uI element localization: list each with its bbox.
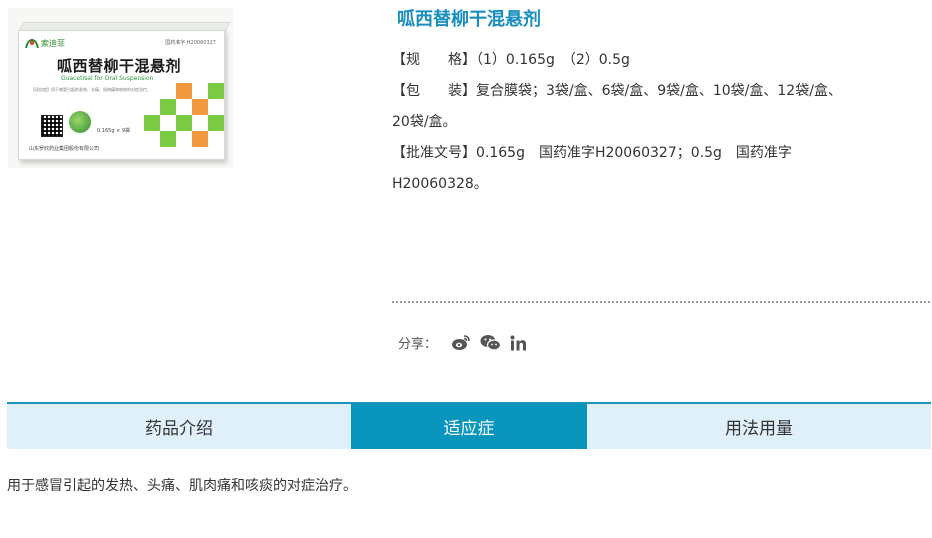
approval-value: 0.165g 国药准字H20060327；0.5g 国药准字 [476,145,792,161]
pack-label: 【包 装】 [392,83,476,99]
approval-label: 【批准文号】 [392,145,476,161]
box-note: 【适应症】用于感冒引起的发热、头痛、肌肉痛和咳痰的对症治疗。 [31,87,151,92]
share-bar: 分享： [398,333,527,352]
divider [392,301,930,303]
qr-code-icon [41,115,63,137]
pack-value: 复合膜袋；3袋/盒、6袋/盒、9袋/盒、10袋/盒、12袋/盒、 [476,83,842,99]
tab-content: 用于感冒引起的发热、头痛、肌肉痛和咳痰的对症治疗。 [7,478,357,494]
box-code: 国药准字 H20060327 [165,40,216,46]
wechat-icon[interactable] [480,334,502,351]
medicine-box: 索迪菲 国药准字 H20060327 呱西替柳干混悬剂 Guacetisal f… [18,30,225,160]
spec-value: （1）0.165g （2）0.5g [476,52,630,68]
pack-row: 【包 装】复合膜袋；3袋/盒、6袋/盒、9袋/盒、10袋/盒、12袋/盒、 [392,76,922,107]
weibo-icon[interactable] [451,334,471,351]
share-label: 分享： [398,337,438,352]
product-title: 呱西替柳干混悬剂 [397,9,541,30]
spec-label: 【规 格】 [392,52,476,68]
box-dose: 0.165g × 9袋 [97,128,131,134]
product-image: 索迪菲 国药准字 H20060327 呱西替柳干混悬剂 Guacetisal f… [8,8,233,168]
box-brand: 索迪菲 [41,39,65,48]
box-maker: 山东罗欣药业集团股份有限公司 [29,146,100,152]
box-title: 呱西替柳干混悬剂 [57,57,182,75]
linkedin-icon[interactable] [510,335,527,351]
tab-indications[interactable]: 适应症 [351,404,587,449]
pack-value-cont: 20袋/盒。 [392,114,457,130]
pack-row-cont: 20袋/盒。 [392,107,922,138]
tab-dosage[interactable]: 用法用量 [587,404,931,449]
tab-drug-intro[interactable]: 药品介绍 [7,404,351,449]
brand-logo-icon [25,39,39,49]
emblem-icon [69,111,91,133]
approval-value-cont: H20060328。 [392,176,488,192]
box-pattern [144,83,224,159]
spec-row: 【规 格】（1）0.165g （2）0.5g [392,45,922,76]
approval-row-cont: H20060328。 [392,169,922,200]
approval-row: 【批准文号】0.165g 国药准字H20060327；0.5g 国药准字 [392,138,922,169]
tab-bar: 药品介绍 适应症 用法用量 [7,402,931,449]
box-subtitle: Guacetisal for Oral Suspension [61,75,154,82]
